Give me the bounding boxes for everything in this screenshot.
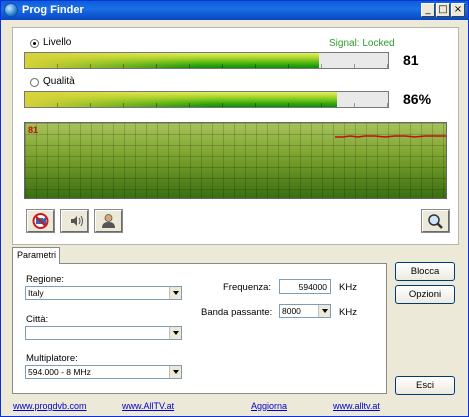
app-globe-icon (4, 3, 18, 17)
signal-history-graph: 81 (24, 122, 447, 199)
quality-value: 86% (403, 91, 432, 107)
frequenza-label: Frequenza: (223, 282, 272, 293)
no-signal-icon (32, 213, 49, 229)
link-aggiorna[interactable]: Aggiorna (251, 401, 287, 411)
parametri-panel: Regione: Italy Città: Multiplatore: 594.… (12, 263, 387, 394)
graph-line-svg (335, 135, 446, 138)
audio-button[interactable] (60, 209, 89, 233)
banda-label: Banda passante: (201, 307, 273, 318)
signal-history-line (335, 135, 446, 138)
chevron-down-icon (169, 366, 181, 378)
regione-label: Regione: (26, 274, 65, 285)
link-alltv-upper[interactable]: www.AllTV.at (122, 401, 174, 411)
magnifier-icon (428, 214, 443, 229)
citta-select[interactable] (25, 326, 182, 340)
regione-value: Italy (28, 288, 44, 298)
multiplatore-label: Multiplatore: (26, 353, 78, 364)
level-bar (24, 52, 389, 69)
person-button[interactable] (94, 209, 123, 233)
search-button[interactable] (421, 209, 450, 233)
qualita-radio[interactable] (30, 78, 39, 87)
banda-unit: KHz (339, 307, 357, 318)
qualita-label: Qualità (43, 76, 75, 87)
frequenza-unit: KHz (339, 282, 357, 293)
citta-label: Città: (26, 314, 49, 325)
livello-label: Livello (43, 37, 72, 48)
signal-status: Signal: Locked (329, 38, 395, 49)
livello-radio[interactable] (30, 39, 39, 48)
regione-select[interactable]: Italy (25, 286, 182, 300)
close-button[interactable]: × (451, 3, 465, 17)
title-bar[interactable]: Prog Finder _ □ × (1, 1, 468, 20)
no-signal-button[interactable] (26, 209, 55, 233)
multiplatore-value: 594.000 - 8 MHz (28, 367, 91, 377)
frequenza-input[interactable]: 594000 (279, 279, 331, 294)
audio-signal-icon (71, 215, 83, 227)
chevron-down-icon (169, 287, 181, 299)
signal-panel: Livello Signal: Locked 81 Qualità 86% 81 (12, 27, 459, 245)
banda-value: 8000 (282, 306, 301, 316)
prog-finder-window: Prog Finder _ □ × Livello Signal: Locked… (0, 0, 469, 417)
person-icon (102, 214, 115, 228)
chevron-down-icon (318, 305, 330, 317)
chevron-down-icon (169, 327, 181, 339)
link-alltv-lower[interactable]: www.alltv.at (333, 401, 380, 411)
quality-bar (24, 91, 389, 108)
multiplatore-select[interactable]: 594.000 - 8 MHz (25, 365, 182, 379)
tab-parametri[interactable]: Parametri (12, 247, 60, 264)
level-value: 81 (403, 52, 419, 68)
esci-button[interactable]: Esci (395, 376, 455, 395)
opzioni-button[interactable]: Opzioni (395, 285, 455, 304)
blocca-button[interactable]: Blocca (395, 262, 455, 281)
minimize-button[interactable]: _ (421, 3, 435, 17)
banda-select[interactable]: 8000 (279, 304, 331, 318)
maximize-button[interactable]: □ (436, 3, 450, 17)
window-title: Prog Finder (22, 4, 84, 16)
link-progdvb[interactable]: www.progdvb.com (13, 401, 87, 411)
